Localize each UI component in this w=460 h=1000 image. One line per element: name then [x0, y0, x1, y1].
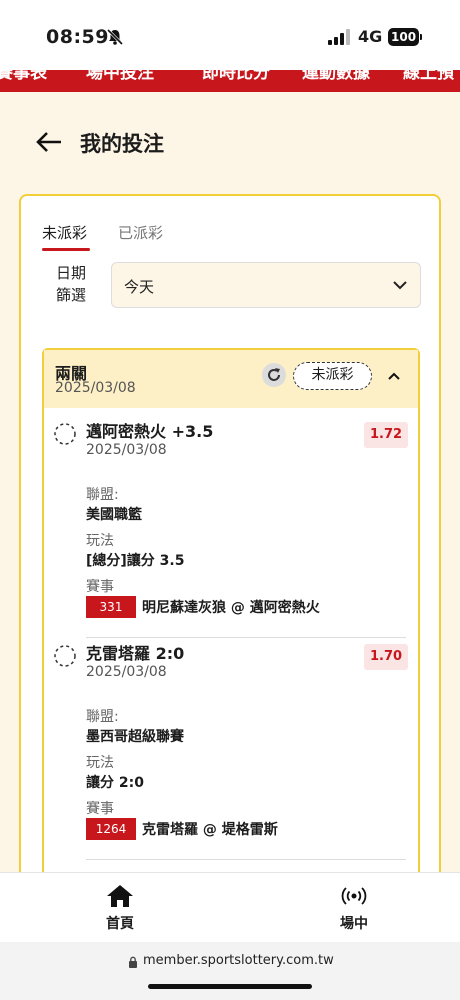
dashed-circle-icon	[54, 645, 76, 667]
selection-date: 2025/03/08	[86, 442, 167, 458]
play-value: 讓分 2:0	[86, 775, 144, 791]
dashed-circle-icon	[54, 423, 76, 445]
selection-date: 2025/03/08	[86, 664, 167, 680]
home-indicator	[148, 984, 312, 989]
browser-url-bar[interactable]: member.sportslottery.com.tw	[0, 942, 460, 1000]
league-label: 聯盟:	[86, 709, 119, 725]
chevron-up-icon[interactable]	[387, 371, 401, 381]
divider	[86, 637, 406, 638]
play-label: 玩法	[86, 533, 114, 549]
top-nav: 賽事表 場中投注 即時比分 運動數據 線上預	[0, 70, 460, 92]
nav-home-label: 首頁	[106, 916, 134, 932]
date-filter-value: 今天	[124, 278, 155, 296]
divider	[86, 859, 406, 860]
bet-selection: 克雷塔羅 2:0 2025/03/08 1.70 聯盟: 墨西哥超級聯賽 玩法 …	[44, 640, 418, 862]
match-row: 331 明尼蘇達灰狼 @ 邁阿密熱火	[86, 596, 320, 618]
nav-live[interactable]: 場中	[284, 873, 424, 943]
match-number-badge: 1264	[86, 818, 136, 840]
tab-settled[interactable]: 已派彩	[118, 222, 163, 243]
date-filter-select[interactable]: 今天	[111, 262, 421, 308]
tab-unsettled[interactable]: 未派彩	[42, 222, 87, 243]
date-filter-label: 日期 篩選	[51, 262, 91, 306]
parlay-date: 2025/03/08	[55, 380, 136, 396]
league-label: 聯盟:	[86, 487, 119, 503]
league-value: 墨西哥超級聯賽	[86, 729, 184, 745]
play-value: [總分]讓分 3.5	[86, 553, 185, 569]
date-filter-label-line2: 篩選	[55, 286, 86, 304]
top-nav-item-live-bet[interactable]: 場中投注	[86, 70, 154, 83]
battery-indicator: 100	[388, 28, 420, 46]
bell-slash-icon	[106, 28, 124, 46]
nav-live-label: 場中	[340, 916, 368, 932]
tab-active-indicator	[42, 248, 90, 251]
arrow-left-icon[interactable]	[34, 130, 64, 154]
top-nav-item-schedule[interactable]: 賽事表	[0, 70, 47, 83]
parlay-bet: 兩關 2025/03/08 未派彩 邁阿密熱火 +3.5 2025/03/08 …	[42, 348, 420, 912]
top-nav-item-online[interactable]: 線上預	[403, 70, 454, 83]
network-label: 4G	[358, 27, 383, 46]
selection-title: 邁阿密熱火 +3.5	[86, 422, 214, 441]
league-value: 美國職籃	[86, 507, 142, 523]
match-name: 明尼蘇達灰狼 @ 邁阿密熱火	[142, 600, 320, 616]
parlay-header[interactable]: 兩關 2025/03/08 未派彩	[44, 350, 418, 408]
page-header: 我的投注	[0, 92, 460, 192]
odds-badge: 1.72	[364, 422, 409, 448]
status-bar: 08:59 4G 100	[0, 0, 460, 70]
my-bets-card: 未派彩 已派彩 日期 篩選 今天 兩關 2025/03/08 未派彩 邁阿密熱火…	[19, 194, 441, 914]
status-badge: 未派彩	[293, 362, 372, 390]
battery-cap	[420, 34, 422, 40]
play-label: 玩法	[86, 755, 114, 771]
bottom-nav: 首頁 場中	[0, 872, 460, 942]
lock-icon	[129, 956, 137, 968]
match-number-badge: 331	[86, 596, 136, 618]
selection-title: 克雷塔羅 2:0	[86, 644, 185, 663]
home-icon	[107, 885, 133, 907]
url-text: member.sportslottery.com.tw	[143, 953, 334, 968]
status-time: 08:59	[46, 26, 109, 48]
refresh-icon[interactable]	[262, 363, 286, 387]
match-label: 賽事	[86, 801, 114, 817]
signal-icon	[328, 29, 350, 45]
match-label: 賽事	[86, 579, 114, 595]
page-title: 我的投注	[80, 132, 164, 156]
nav-home[interactable]: 首頁	[50, 873, 190, 943]
broadcast-icon	[341, 887, 367, 905]
match-name: 克雷塔羅 @ 堤格雷斯	[142, 822, 278, 838]
top-nav-item-stats[interactable]: 運動數據	[302, 70, 370, 83]
match-row: 1264 克雷塔羅 @ 堤格雷斯	[86, 818, 278, 840]
top-nav-item-live-score[interactable]: 即時比分	[202, 70, 270, 83]
date-filter-label-line1: 日期	[55, 264, 86, 282]
odds-badge: 1.70	[364, 644, 409, 670]
bet-selection: 邁阿密熱火 +3.5 2025/03/08 1.72 聯盟: 美國職籃 玩法 […	[44, 418, 418, 640]
chevron-down-icon	[393, 281, 407, 290]
